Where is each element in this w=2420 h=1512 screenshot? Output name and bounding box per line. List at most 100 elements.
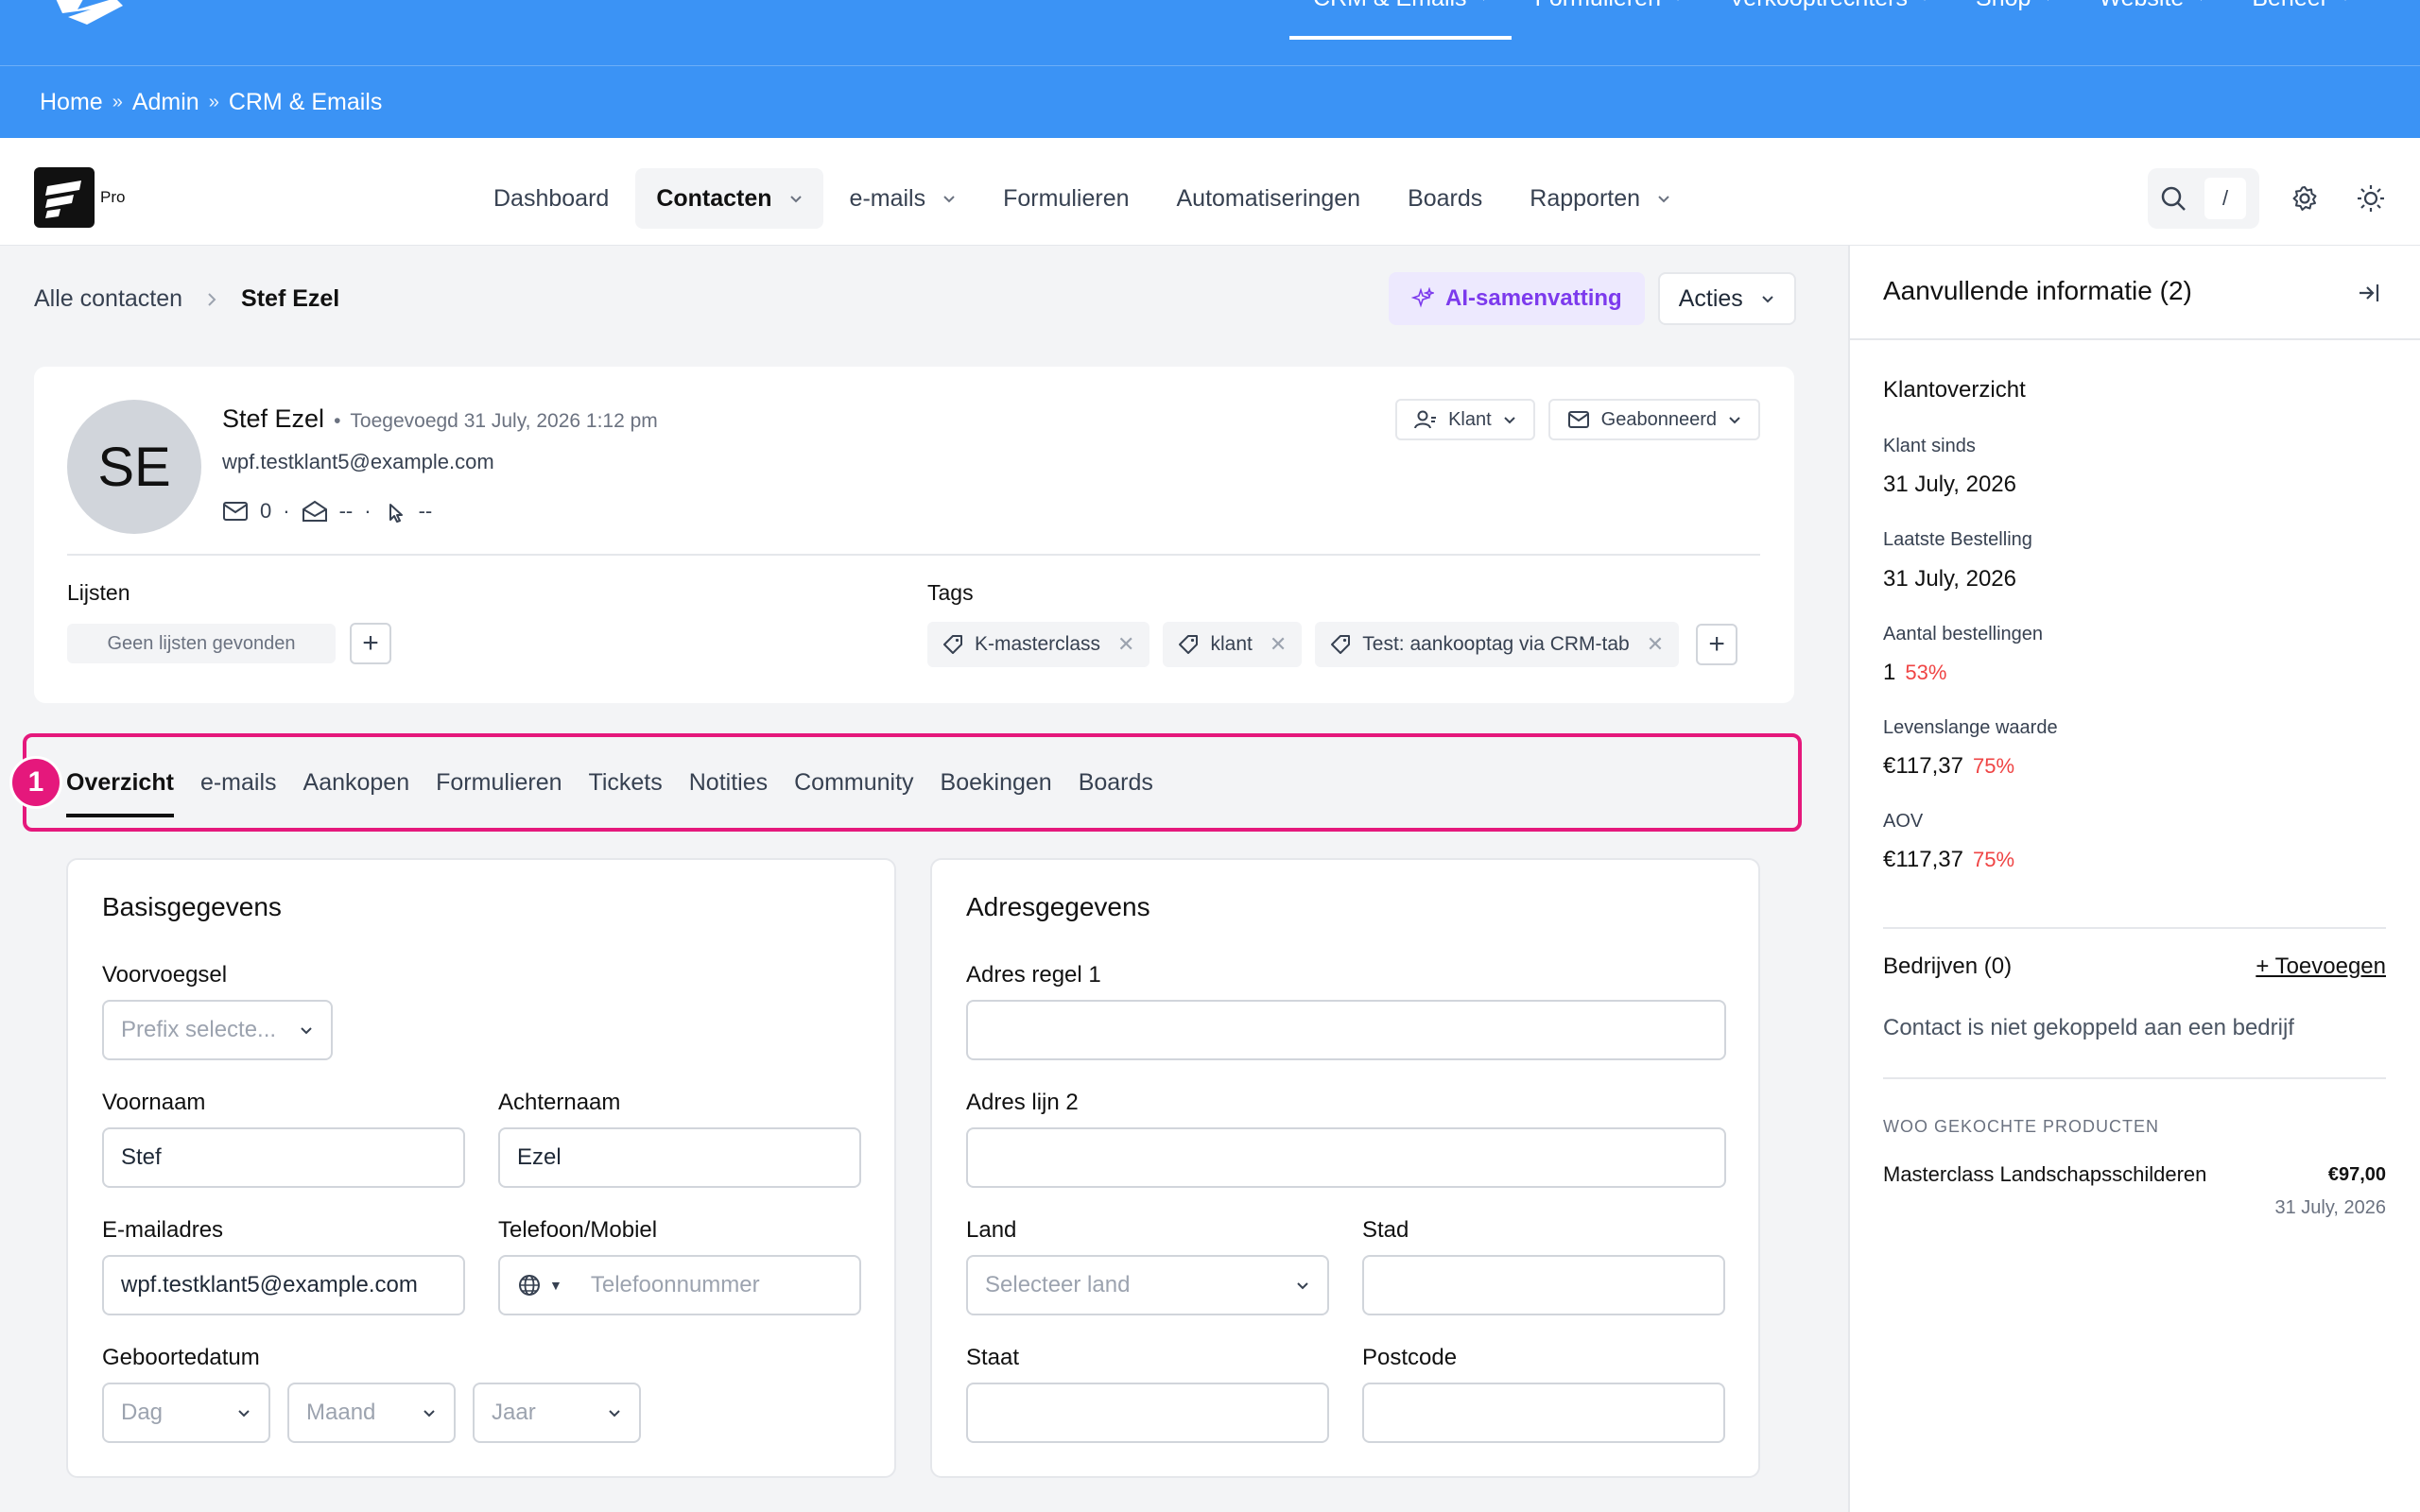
address-line2-input[interactable] (966, 1127, 1726, 1188)
chevron-down-icon: ▾ (2342, 0, 2349, 6)
chevron-down-icon (1503, 417, 1515, 424)
tab-tickets[interactable]: Tickets (589, 769, 663, 817)
tab-emails[interactable]: e-mails (200, 769, 277, 817)
chevron-down-icon: ▾ (1921, 0, 1928, 6)
last-name-label: Achternaam (498, 1090, 621, 1115)
tab-boards[interactable]: Boards (1079, 769, 1153, 817)
tab-overview[interactable]: Overzicht (66, 769, 174, 817)
nav-emails[interactable]: e-mails (829, 168, 977, 229)
nav-reports[interactable]: Rapporten (1509, 168, 1691, 229)
breadcrumb-admin[interactable]: Admin (132, 89, 199, 116)
chevron-down-icon (609, 1410, 620, 1418)
topnav-item-crm[interactable]: CRM & Emails▾ (1289, 0, 1512, 55)
chevron-down-icon: ▾ (1674, 0, 1682, 6)
user-icon (1414, 410, 1437, 429)
aov-label: AOV (1883, 811, 1924, 832)
prefix-select[interactable]: Prefix selecte... (102, 1000, 333, 1060)
topnav-item-shop[interactable]: Shop▾ (1952, 0, 2075, 55)
topnav-item-forms[interactable]: Formulieren▾ (1512, 0, 1705, 55)
site-logo-icon[interactable] (49, 0, 127, 36)
chevron-down-icon (789, 196, 802, 203)
divider (67, 554, 1760, 556)
envelope-open-icon (302, 500, 327, 522)
collapse-panel-icon[interactable] (2356, 280, 2382, 306)
tag-item: klant ✕ (1163, 622, 1303, 667)
breadcrumb-separator: » (208, 91, 219, 112)
chevron-down-icon (1729, 417, 1740, 424)
top-admin-bar: CRM & Emails▾ Formulieren▾ Verkooptrecht… (0, 0, 2420, 65)
breadcrumb-crm[interactable]: CRM & Emails (229, 89, 383, 116)
basic-info-card: Basisgegevens Voorvoegsel Prefix selecte… (66, 858, 896, 1478)
tab-forms[interactable]: Formulieren (436, 769, 562, 817)
caret-down-icon: ▼ (549, 1278, 562, 1293)
dob-year-select[interactable]: Jaar (473, 1383, 641, 1443)
tags-label: Tags (927, 580, 974, 605)
remove-tag-icon[interactable]: ✕ (1117, 632, 1134, 657)
order-count-percent: 53% (1905, 661, 1947, 684)
dob-label: Geboortedatum (102, 1345, 260, 1370)
avatar[interactable]: SE (67, 400, 201, 534)
tab-notes[interactable]: Notities (689, 769, 768, 817)
settings-button[interactable] (2284, 178, 2325, 219)
city-input[interactable] (1362, 1255, 1725, 1315)
contact-tabs: Overzicht e-mails Aankopen Formulieren T… (66, 769, 1153, 817)
chevron-down-icon (238, 1410, 250, 1418)
zip-input[interactable] (1362, 1383, 1725, 1443)
customer-overview-title: Klantoverzicht (1883, 377, 2026, 403)
app-brand[interactable]: Pro (34, 167, 125, 228)
contact-type-dropdown[interactable]: Klant (1395, 399, 1535, 440)
breadcrumb-home[interactable]: Home (40, 89, 103, 116)
dob-month-select[interactable]: Maand (287, 1383, 456, 1443)
ai-summary-button[interactable]: AI-samenvatting (1389, 272, 1645, 325)
subscription-status-dropdown[interactable]: Geabonneerd (1547, 399, 1760, 440)
sparkles-icon (1411, 287, 1434, 308)
divider (1883, 1077, 2386, 1079)
search-button[interactable]: / (2148, 168, 2259, 229)
nav-contacts[interactable]: Contacten (635, 168, 823, 229)
last-order-label: Laatste Bestelling (1883, 529, 2032, 550)
remove-tag-icon[interactable]: ✕ (1647, 632, 1664, 657)
country-code-select[interactable]: ▼ (517, 1273, 562, 1297)
contact-tabs-highlight: Overzicht e-mails Aankopen Formulieren T… (23, 733, 1802, 832)
additional-info-panel: Aanvullende informatie (2) Klantoverzich… (1848, 246, 2420, 1512)
nav-forms[interactable]: Formulieren (982, 168, 1150, 229)
topnav-item-website[interactable]: Website▾ (2075, 0, 2228, 55)
tag-item: K-masterclass ✕ (927, 622, 1150, 667)
step-badge: 1 (9, 756, 62, 809)
nav-boards[interactable]: Boards (1387, 168, 1503, 229)
theme-toggle-button[interactable] (2350, 178, 2392, 219)
email-input[interactable]: wpf.testklant5@example.com (102, 1255, 465, 1315)
product-date: 31 July, 2026 (2274, 1197, 2387, 1218)
companies-empty-text: Contact is niet gekoppeld aan een bedrij… (1883, 1015, 2294, 1040)
last-name-input[interactable]: Ezel (498, 1127, 861, 1188)
add-list-button[interactable]: + (350, 623, 391, 664)
nav-automations[interactable]: Automatiseringen (1156, 168, 1382, 229)
dob-day-select[interactable]: Dag (102, 1383, 270, 1443)
product-price: €97,00 (2327, 1164, 2386, 1185)
country-select[interactable]: Selecteer land (966, 1255, 1329, 1315)
divider (1850, 338, 2420, 340)
add-company-link[interactable]: + Toevoegen (2256, 954, 2386, 980)
add-tag-button[interactable]: + (1696, 624, 1738, 665)
remove-tag-icon[interactable]: ✕ (1270, 632, 1287, 657)
state-input[interactable] (966, 1383, 1329, 1443)
nav-dashboard[interactable]: Dashboard (473, 168, 630, 229)
topnav-item-beheer[interactable]: Beheer▾ (2228, 0, 2373, 55)
address-line1-input[interactable] (966, 1000, 1726, 1060)
actions-dropdown[interactable]: Acties (1657, 272, 1796, 325)
cursor-click-icon (389, 504, 403, 523)
basic-info-title: Basisgegevens (102, 892, 282, 921)
crumb-all-contacts[interactable]: Alle contacten (34, 285, 182, 313)
tab-bookings[interactable]: Boekingen (941, 769, 1052, 817)
topnav-item-funnels[interactable]: Verkooptrechters▾ (1705, 0, 1952, 55)
tab-purchases[interactable]: Aankopen (303, 769, 410, 817)
chevron-down-icon: ▾ (2044, 0, 2051, 6)
crumb-current-contact: Stef Ezel (241, 285, 340, 312)
divider (1883, 927, 2386, 929)
first-name-input[interactable]: Stef (102, 1127, 465, 1188)
tab-community[interactable]: Community (794, 769, 913, 817)
phone-input[interactable]: ▼ Telefoonnummer (498, 1255, 861, 1315)
dot-separator: · (283, 499, 290, 523)
tag-icon (943, 635, 962, 654)
tag-item: Test: aankooptag via CRM-tab ✕ (1315, 622, 1680, 667)
